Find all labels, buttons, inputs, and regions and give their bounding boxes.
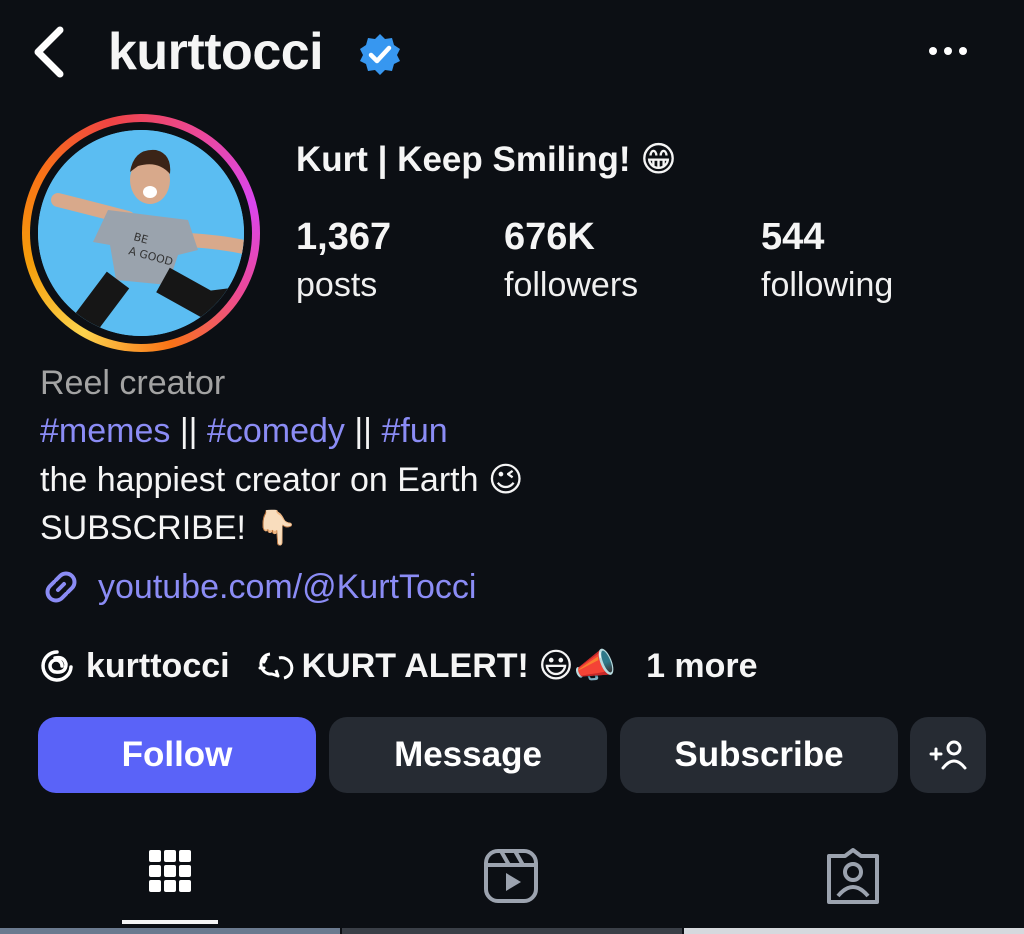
followers-count[interactable]: 676K xyxy=(504,216,595,259)
subscribe-button[interactable]: Subscribe xyxy=(620,717,898,793)
broadcast-channel-name[interactable]: KURT ALERT! 😃📣 xyxy=(302,646,616,686)
bio-link-text[interactable]: youtube.com/@KurtTocci xyxy=(98,568,476,607)
verified-badge-icon xyxy=(360,34,400,75)
posts-grid-preview xyxy=(0,928,1024,934)
followers-label[interactable]: followers xyxy=(504,266,638,305)
category-label: Reel creator xyxy=(40,364,226,402)
bio-hashtags: #memes || #comedy || #fun xyxy=(40,412,448,451)
reels-icon[interactable] xyxy=(481,846,541,906)
hashtag-comedy[interactable]: #comedy xyxy=(207,412,345,450)
threads-row: kurttocci KURT ALERT! 😃📣 1 more xyxy=(40,642,758,690)
avatar-story-ring[interactable]: BE A GOOD xyxy=(22,114,260,352)
threads-handle[interactable]: kurttocci xyxy=(86,647,230,686)
display-name: Kurt | Keep Smiling! 😁 xyxy=(296,140,677,179)
posts-count[interactable]: 1,367 xyxy=(296,216,391,259)
profile-username: kurttocci xyxy=(108,23,324,81)
active-tab-indicator xyxy=(122,920,218,924)
tagged-icon[interactable] xyxy=(823,846,883,906)
bio-link[interactable]: youtube.com/@KurtTocci xyxy=(40,566,476,608)
follow-button[interactable]: Follow xyxy=(38,717,316,793)
grid-icon[interactable] xyxy=(140,846,200,906)
hashtag-fun[interactable]: #fun xyxy=(381,412,447,450)
hashtag-separator: || xyxy=(170,412,207,450)
threads-icon xyxy=(41,650,73,682)
add-person-icon xyxy=(929,740,967,770)
bio-line-1: the happiest creator on Earth 😉 xyxy=(40,461,524,499)
following-label[interactable]: following xyxy=(761,266,893,305)
hashtag-memes[interactable]: #memes xyxy=(40,412,170,450)
suggest-people-button[interactable] xyxy=(910,717,986,793)
more-links[interactable]: 1 more xyxy=(646,647,758,686)
hashtag-separator: || xyxy=(344,412,382,450)
avatar: BE A GOOD xyxy=(38,130,244,336)
broadcast-channel-icon xyxy=(258,652,293,680)
message-button[interactable]: Message xyxy=(329,717,607,793)
back-arrow-icon[interactable] xyxy=(28,24,72,80)
bio-line-2: SUBSCRIBE! 👇🏻 xyxy=(40,509,298,547)
link-icon xyxy=(45,571,77,603)
more-options-icon[interactable] xyxy=(926,44,970,58)
posts-label[interactable]: posts xyxy=(296,266,377,305)
following-count[interactable]: 544 xyxy=(761,216,824,259)
